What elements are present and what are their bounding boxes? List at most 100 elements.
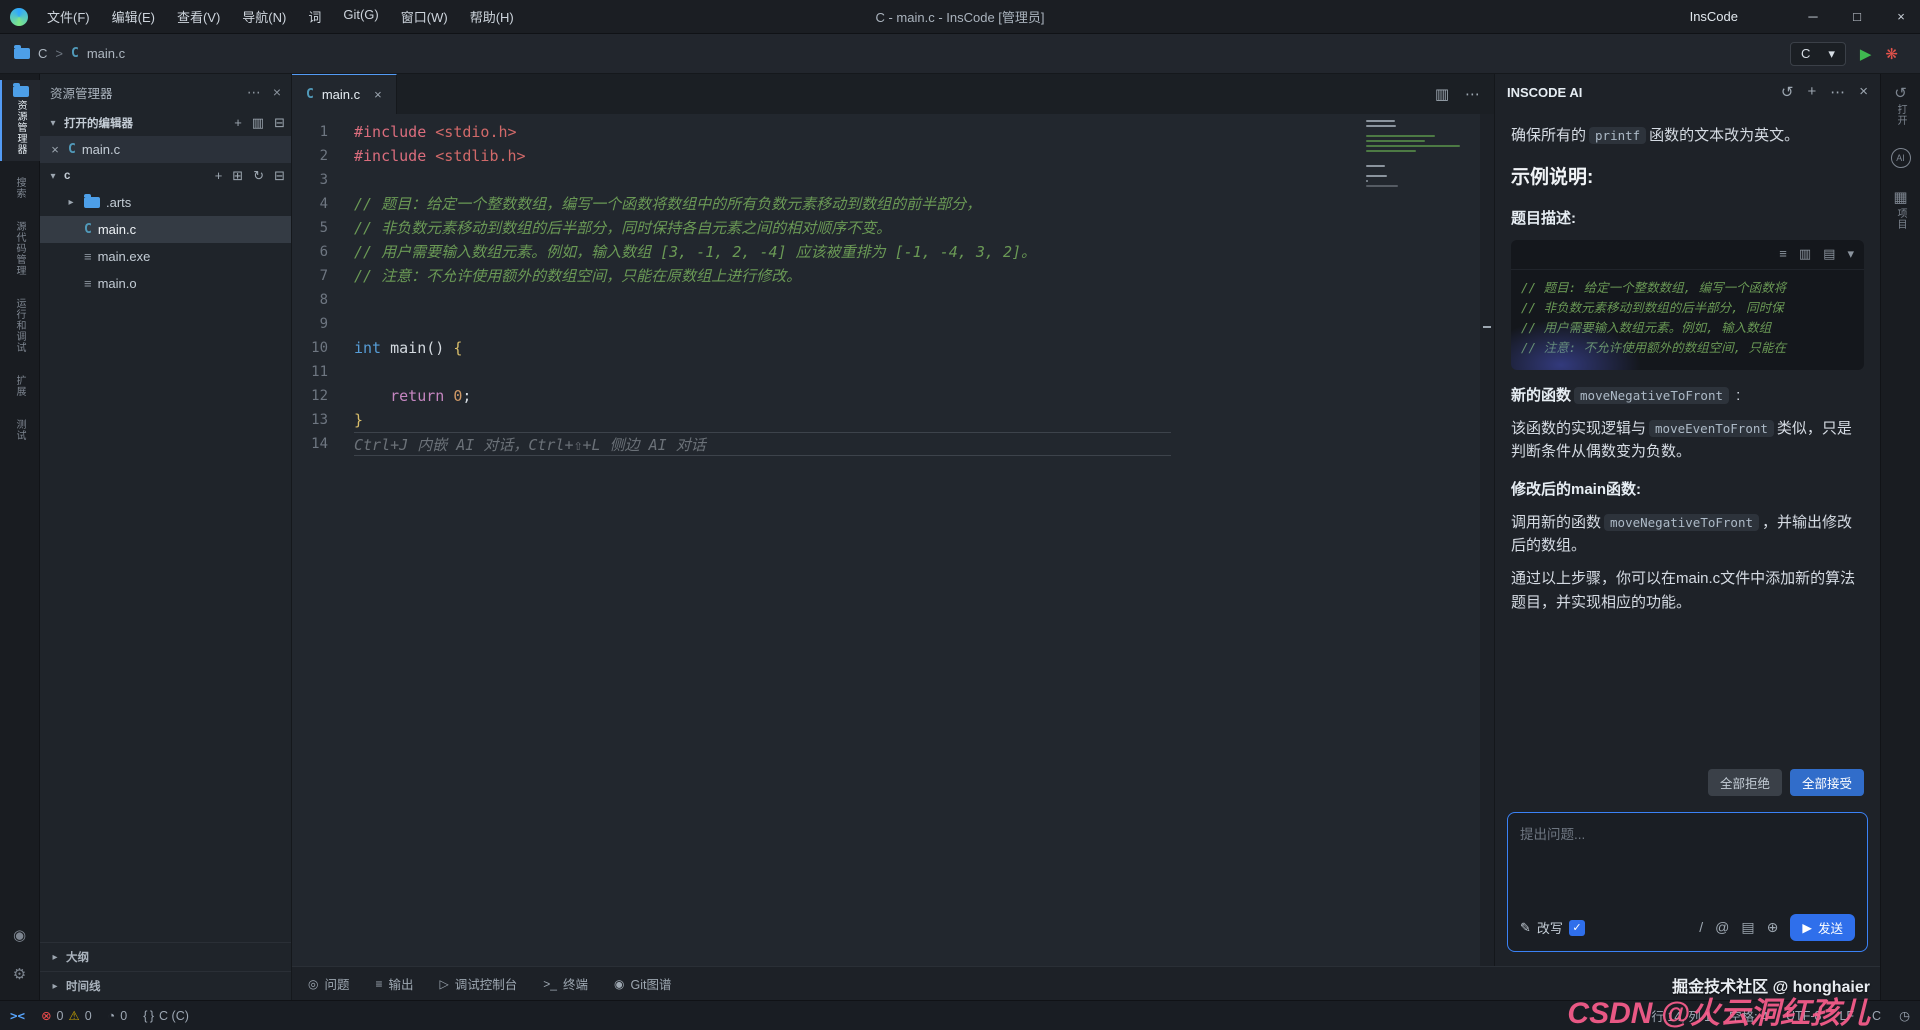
activity-item[interactable]: 源代码管理 <box>0 215 40 282</box>
more-icon[interactable]: ⋯ <box>1465 85 1480 103</box>
ports-status[interactable]: ◔ 0 <box>108 1009 128 1023</box>
panel-tab[interactable]: ▷ 调试控制台 <box>440 974 518 993</box>
send-button[interactable]: ▶ 发送 <box>1790 914 1855 941</box>
file-row[interactable]: ≡ main.exe <box>40 243 291 270</box>
ai-panel-header-icons: ↺ + ⋯ × <box>1781 83 1868 101</box>
activity-item[interactable]: 运行和调试 <box>0 292 40 359</box>
panel-tab[interactable]: ≡ 输出 <box>376 974 414 993</box>
section-action-icon[interactable]: ⊞ <box>232 168 243 184</box>
overview-ruler[interactable] <box>1480 114 1494 966</box>
section-action-icon[interactable]: ↻ <box>253 168 264 184</box>
ai-question-input[interactable] <box>1520 823 1855 914</box>
title-bar: 文件(F) 编辑(E) 查看(V) 导航(N) 词 Git(G) 窗口(W) 帮助(H) C … <box>0 0 1920 34</box>
file-row[interactable]: Cmain.c <box>40 216 291 243</box>
status-item[interactable]: 空格: 4 <box>1729 1006 1768 1025</box>
folder-icon <box>84 194 100 208</box>
minimap[interactable] <box>1366 120 1478 187</box>
activity-item[interactable]: 扩展 <box>0 369 40 403</box>
activity-item[interactable]: ↺ 打开 <box>1881 80 1920 132</box>
minimap-line <box>1366 140 1426 142</box>
outline-section[interactable]: ▸ 大纲 <box>40 942 291 971</box>
run-config-select[interactable]: C ▾ <box>1789 41 1846 66</box>
problems-status[interactable]: ⊗ 0 ⚠ 0 <box>41 1008 92 1024</box>
menu-item[interactable]: 窗口(W) <box>392 4 457 29</box>
menu-item[interactable]: 导航(N) <box>233 4 295 29</box>
debug-button[interactable]: ❋ <box>1885 45 1898 63</box>
menu-item[interactable]: 帮助(H) <box>461 4 523 29</box>
run-button[interactable]: ▶ <box>1860 45 1872 63</box>
menu-item[interactable]: 文件(F) <box>38 4 99 29</box>
activity-item[interactable]: ▦ 项目 <box>1881 184 1920 236</box>
panel-header-icon[interactable]: ↺ <box>1781 83 1794 101</box>
section-action-icon[interactable]: + <box>215 168 223 184</box>
file-row[interactable]: ≡ main.o <box>40 270 291 297</box>
section-action-icon[interactable]: + <box>234 115 242 131</box>
code-area[interactable]: 1 #include <stdio.h> 2 #include <stdlib.h> 3… <box>292 114 1494 966</box>
panel-tab[interactable]: >_ 终端 <box>543 974 588 993</box>
activity-item[interactable]: 搜索 <box>0 171 40 205</box>
open-editors-header[interactable]: ▾ 打开的编辑器 + ▥ ⊟ <box>40 110 291 136</box>
ai-actions-row: 全部拒绝 全部接受 <box>1495 769 1880 796</box>
token: // 用户需要输入数组元素。例如，输入数组 [3, -1, 2, -4] 应该被… <box>354 243 1037 261</box>
status-item[interactable]: 行 14, 列 1 <box>1651 1006 1711 1025</box>
activity-item-账户[interactable]: ◉ <box>0 922 40 949</box>
menu-item[interactable]: 编辑(E) <box>103 4 164 29</box>
library-icon[interactable]: ▤ <box>1741 919 1754 936</box>
accept-all-button[interactable]: 全部接受 <box>1789 769 1864 796</box>
rewrite-checkbox[interactable]: ✓ <box>1568 919 1585 936</box>
remote-indicator[interactable]: >< <box>10 1008 25 1023</box>
status-item[interactable]: UTF-8 <box>1786 1009 1821 1023</box>
close-icon[interactable]: × <box>48 142 62 157</box>
breadcrumb-root[interactable]: C <box>38 46 47 61</box>
timeline-section[interactable]: ▸ 时间线 <box>40 971 291 1000</box>
section-action-icon[interactable]: ▥ <box>252 115 264 131</box>
breadcrumb[interactable]: C > C main.c <box>14 45 125 61</box>
maximize-button[interactable]: □ <box>1848 9 1866 24</box>
panel-tab[interactable]: ◎ 问题 <box>308 974 350 993</box>
bell-icon[interactable]: ◷ <box>1899 1008 1910 1023</box>
ai-content[interactable]: 确保所有的 printf 函数的文本改为英文。 示例说明: 题目描述: ≡ ▥ ▤ ▾ // 题目… <box>1495 110 1880 755</box>
chevron-down-icon: ▾ <box>50 170 56 182</box>
minimize-button[interactable]: ─ <box>1804 9 1822 24</box>
panel-tab[interactable]: ◉ Git图谱 <box>614 974 671 993</box>
section-action-icon[interactable]: ⊟ <box>274 168 285 184</box>
menu-item[interactable]: 词 <box>299 4 330 29</box>
panel-header-icon[interactable]: × <box>1859 83 1868 101</box>
code-line: 4 // 题目：给定一个整数数组，编写一个函数将数组中的所有负数元素移动到数组的前… <box>292 192 1494 216</box>
copy-icon[interactable]: ▥ <box>1799 244 1811 264</box>
language-status[interactable]: { } C (C) <box>143 1009 189 1023</box>
rewrite-toggle[interactable]: ✎ 改写 ✓ <box>1520 918 1585 937</box>
panel-header-icon[interactable]: + <box>1807 83 1816 101</box>
activity-item[interactable]: 资源管理器 <box>0 80 40 161</box>
menu-item[interactable]: Git(G) <box>334 4 387 29</box>
close-icon[interactable]: × <box>273 84 281 101</box>
minimap-line <box>1366 165 1386 167</box>
file-row[interactable]: ▸ .arts <box>40 189 291 216</box>
attach-icon[interactable]: ⊕ <box>1767 919 1779 936</box>
folder-section-header[interactable]: ▾ c + ⊞ ↻ ⊟ <box>40 163 291 189</box>
mention-icon[interactable]: @ <box>1715 919 1729 936</box>
panel-header-icon[interactable]: ⋯ <box>1830 83 1845 101</box>
slash-command-icon[interactable]: / <box>1699 919 1703 936</box>
split-editor-icon[interactable]: ▥ <box>1435 85 1449 103</box>
status-item[interactable]: LF <box>1839 1009 1854 1023</box>
menu-item[interactable]: 查看(V) <box>168 4 229 29</box>
c-file-icon: C <box>68 142 76 157</box>
activity-item-管理[interactable]: ⚙ <box>0 961 40 988</box>
tab-close-icon[interactable]: × <box>374 87 382 102</box>
reject-all-button[interactable]: 全部拒绝 <box>1707 769 1782 796</box>
status-item[interactable]: C <box>1872 1009 1881 1023</box>
open-editor-row[interactable]: × Cmain.c <box>40 136 291 163</box>
section-action-icon[interactable]: ⊟ <box>274 115 285 131</box>
activity-item[interactable]: 测试 <box>0 413 40 447</box>
more-icon[interactable]: ⋯ <box>247 84 261 101</box>
breadcrumb-file[interactable]: main.c <box>87 46 125 61</box>
activity-item[interactable]: AI <box>1881 142 1920 174</box>
diff-icon[interactable]: ≡ <box>1779 244 1787 264</box>
insert-icon[interactable]: ▤ <box>1823 244 1835 264</box>
collapse-icon[interactable]: ▾ <box>1847 244 1854 264</box>
tab-main-c[interactable]: C main.c × <box>292 74 397 114</box>
activity-right-top: ↺ 打开 AI ▦ 项目 <box>1881 80 1920 236</box>
close-button[interactable]: × <box>1892 9 1910 24</box>
